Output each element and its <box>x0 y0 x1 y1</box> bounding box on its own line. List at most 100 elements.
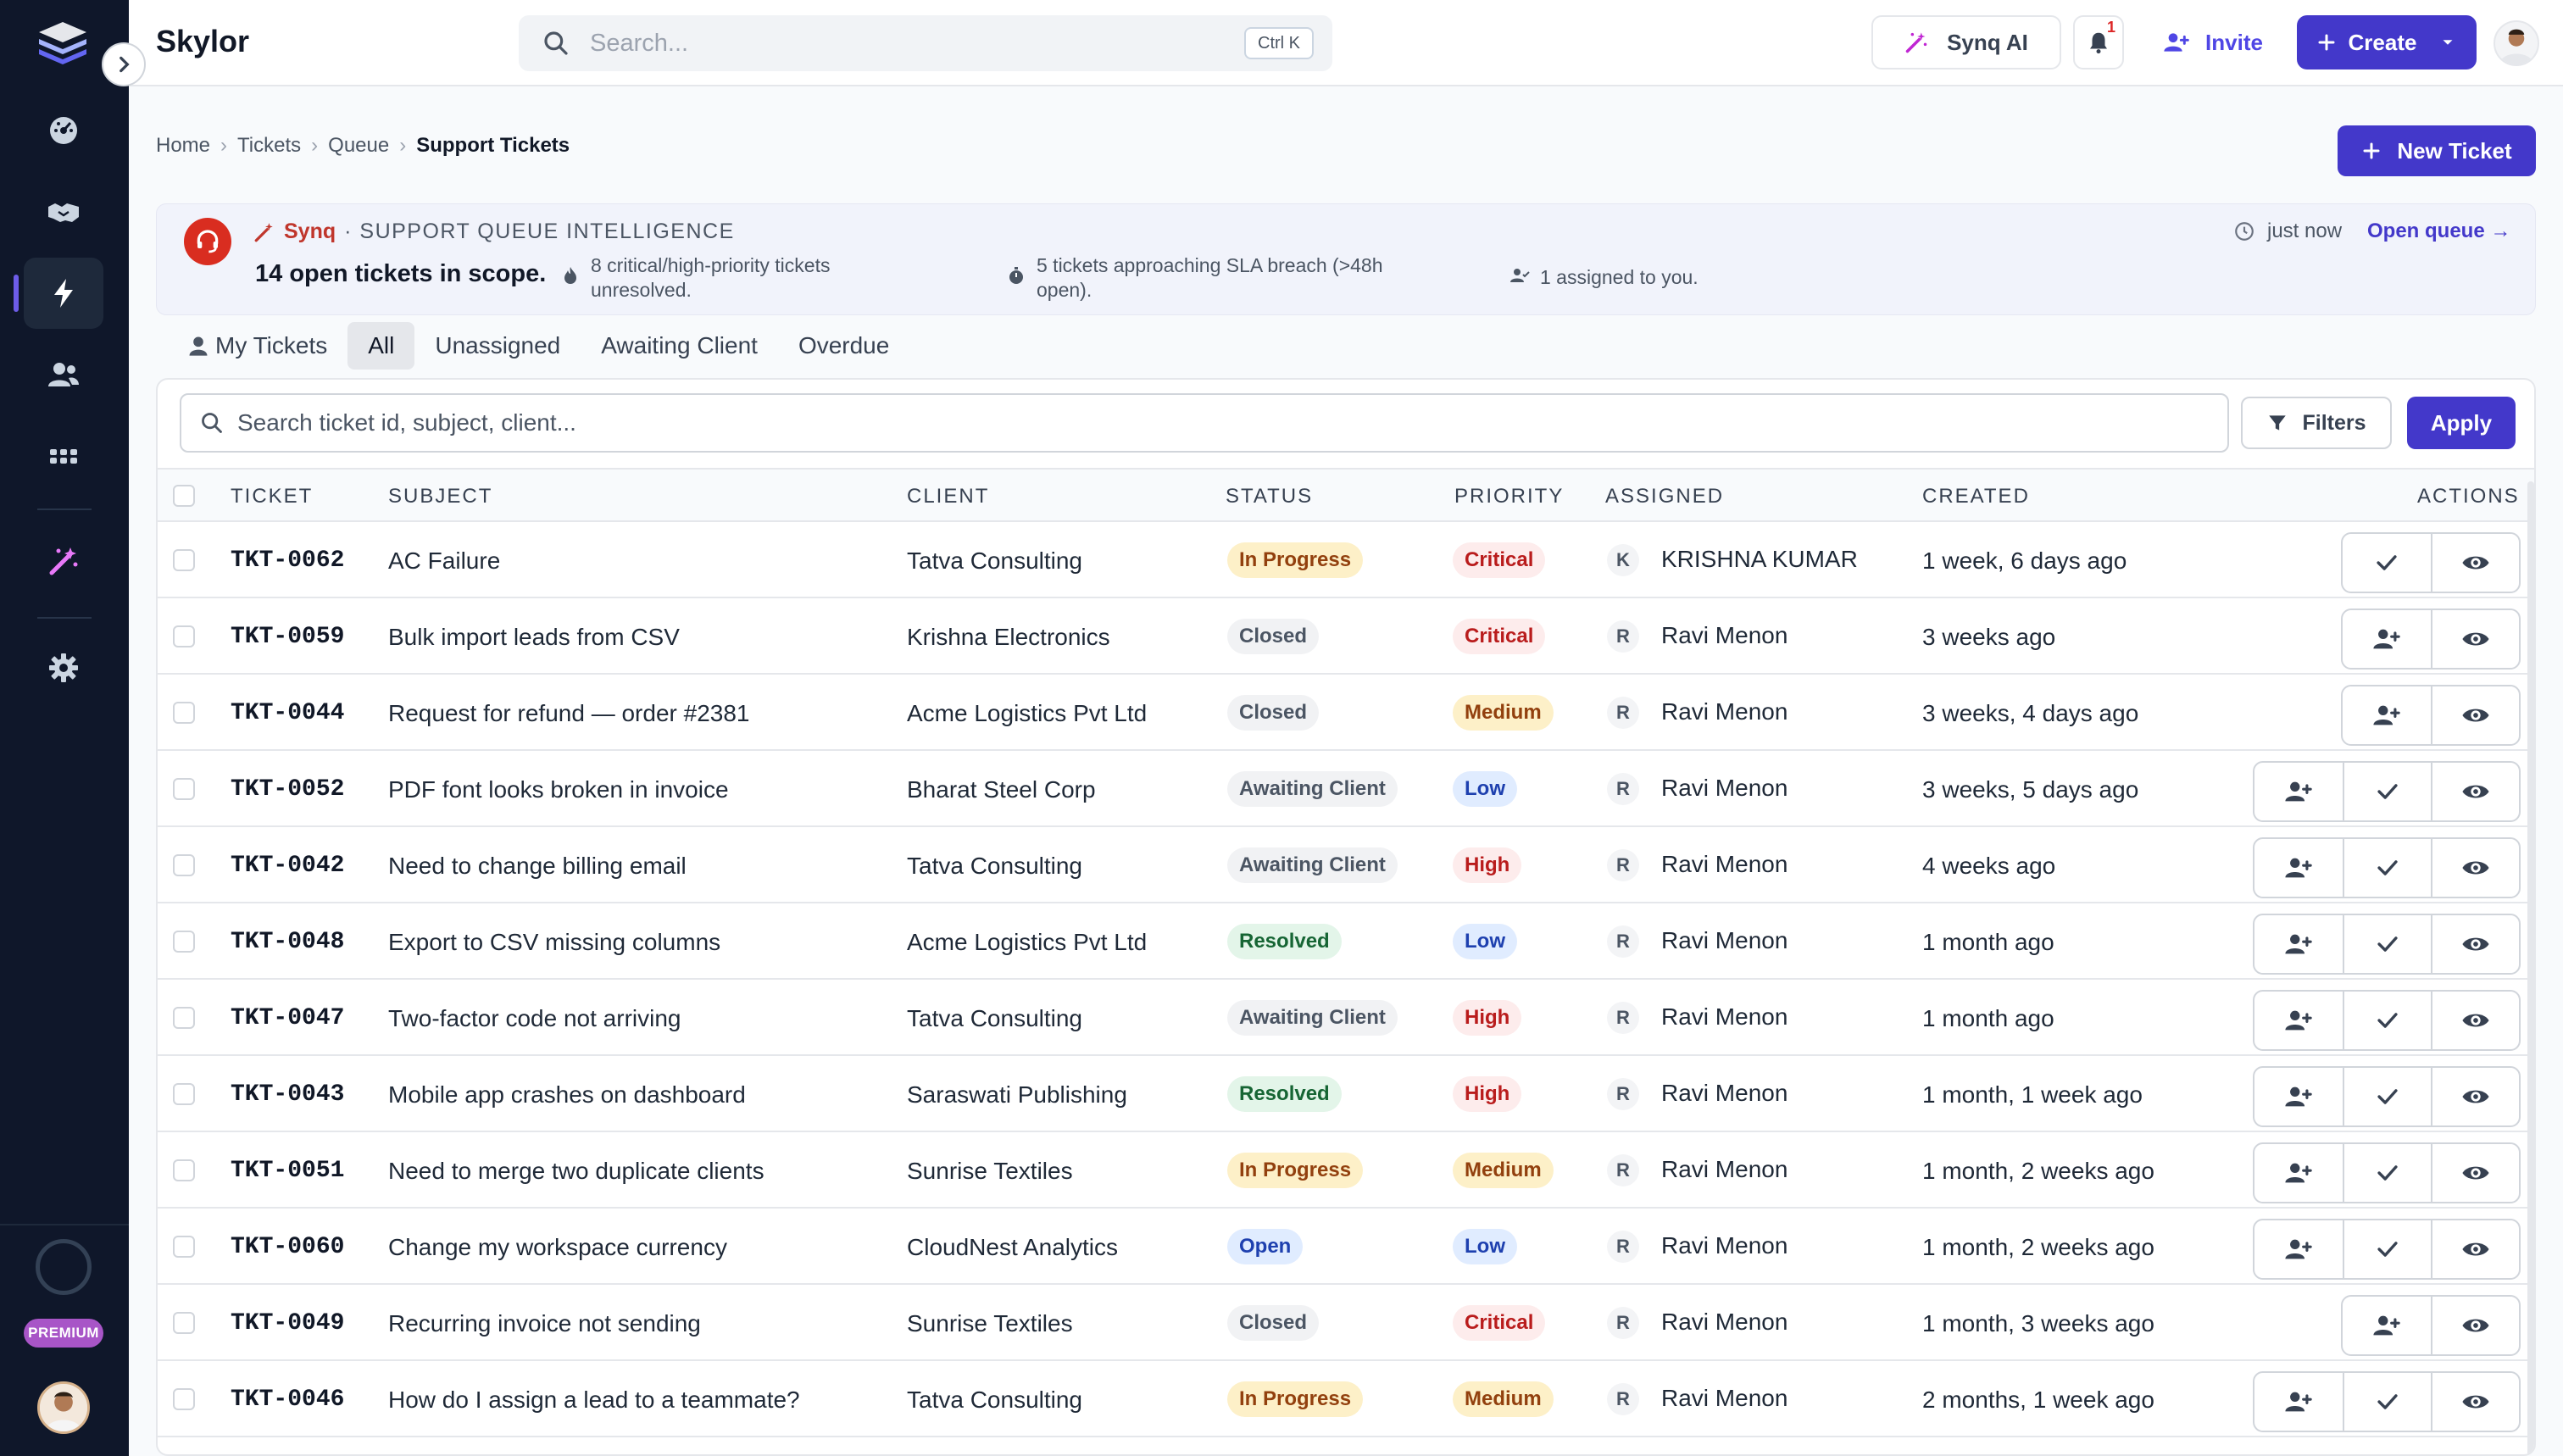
sidebar-item-contacts[interactable] <box>24 339 103 410</box>
col-status[interactable]: STATUS <box>1226 485 1313 508</box>
tab-my-tickets[interactable]: My Tickets <box>166 322 347 370</box>
row-checkbox[interactable] <box>173 1236 195 1258</box>
assign-button[interactable] <box>2254 839 2343 897</box>
table-row[interactable]: TKT-0049 Recurring invoice not sending Sun… <box>158 1285 2534 1361</box>
ticket-search-input[interactable] <box>237 409 2102 436</box>
ticket-subject[interactable]: PDF font looks broken in invoice <box>388 776 729 803</box>
user-avatar[interactable] <box>37 1381 90 1434</box>
resolve-button[interactable] <box>2343 839 2431 897</box>
ticket-id[interactable]: TKT-0052 <box>231 776 344 803</box>
create-button[interactable]: Create <box>2297 15 2477 69</box>
sidebar-toggle-button[interactable] <box>102 42 146 86</box>
ticket-id[interactable]: TKT-0046 <box>231 1387 344 1413</box>
resolve-button[interactable] <box>2343 1373 2431 1431</box>
breadcrumb-queue[interactable]: Queue <box>328 134 389 158</box>
table-row[interactable]: TKT-0059 Bulk import leads from CSV Krishn… <box>158 598 2534 675</box>
new-ticket-button[interactable]: New Ticket <box>2338 125 2536 176</box>
col-ticket[interactable]: TICKET <box>231 485 313 508</box>
view-button[interactable] <box>2431 839 2519 897</box>
ticket-subject[interactable]: Request for refund — order #2381 <box>388 700 749 727</box>
view-button[interactable] <box>2431 915 2519 973</box>
row-checkbox[interactable] <box>173 625 195 647</box>
view-button[interactable] <box>2431 1373 2519 1431</box>
col-created[interactable]: CREATED <box>1922 485 2030 508</box>
view-button[interactable] <box>2431 1144 2519 1202</box>
global-search[interactable]: Search... Ctrl K <box>519 15 1332 71</box>
assign-button[interactable] <box>2254 915 2343 973</box>
assign-button[interactable] <box>2343 686 2431 744</box>
assign-button[interactable] <box>2343 1297 2431 1354</box>
assign-button[interactable] <box>2254 1068 2343 1125</box>
ticket-subject[interactable]: Mobile app crashes on dashboard <box>388 1081 746 1109</box>
resolve-button[interactable] <box>2343 1068 2431 1125</box>
view-button[interactable] <box>2431 1220 2519 1278</box>
row-checkbox[interactable] <box>173 1312 195 1334</box>
select-all-checkbox[interactable] <box>173 485 195 507</box>
ticket-id[interactable]: TKT-0051 <box>231 1158 344 1184</box>
tab-all[interactable]: All <box>347 322 415 370</box>
ticket-subject[interactable]: Bulk import leads from CSV <box>388 624 680 651</box>
tab-awaiting-client[interactable]: Awaiting Client <box>581 322 778 370</box>
resolve-button[interactable] <box>2343 534 2431 592</box>
ticket-search[interactable] <box>180 393 2229 453</box>
resolve-button[interactable] <box>2343 763 2431 820</box>
table-row[interactable]: TKT-0048 Export to CSV missing columns Acm… <box>158 903 2534 980</box>
ticket-id[interactable]: TKT-0042 <box>231 853 344 879</box>
view-button[interactable] <box>2431 992 2519 1049</box>
filters-button[interactable]: Filters <box>2241 397 2392 449</box>
table-row[interactable]: TKT-0042 Need to change billing email Tatv… <box>158 827 2534 903</box>
tab-unassigned[interactable]: Unassigned <box>414 322 581 370</box>
row-checkbox[interactable] <box>173 1159 195 1181</box>
table-row[interactable]: TKT-0060 Change my workspace currency Clou… <box>158 1209 2534 1285</box>
view-button[interactable] <box>2431 534 2519 592</box>
table-row[interactable]: TKT-0043 Mobile app crashes on dashboard S… <box>158 1056 2534 1132</box>
col-assigned[interactable]: ASSIGNED <box>1605 485 1724 508</box>
view-button[interactable] <box>2431 1068 2519 1125</box>
table-row[interactable]: TKT-0052 PDF font looks broken in invoice… <box>158 751 2534 827</box>
ticket-id[interactable]: TKT-0048 <box>231 929 344 955</box>
sidebar-item-deals[interactable] <box>24 176 103 247</box>
row-checkbox[interactable] <box>173 1388 195 1410</box>
row-checkbox[interactable] <box>173 1007 195 1029</box>
ticket-id[interactable]: TKT-0060 <box>231 1234 344 1260</box>
notifications-button[interactable]: 1 <box>2073 15 2124 69</box>
assign-button[interactable] <box>2343 610 2431 668</box>
ticket-subject[interactable]: Recurring invoice not sending <box>388 1310 701 1337</box>
breadcrumb-tickets[interactable]: Tickets <box>237 134 301 158</box>
view-button[interactable] <box>2431 1297 2519 1354</box>
row-checkbox[interactable] <box>173 1083 195 1105</box>
ticket-id[interactable]: TKT-0043 <box>231 1081 344 1108</box>
ticket-id[interactable]: TKT-0059 <box>231 624 344 650</box>
open-queue-link[interactable]: Open queue → <box>2367 220 2510 243</box>
col-priority[interactable]: PRIORITY <box>1454 485 1564 508</box>
ticket-subject[interactable]: Two-factor code not arriving <box>388 1005 681 1032</box>
assign-button[interactable] <box>2254 1373 2343 1431</box>
sidebar-item-apps[interactable] <box>24 420 103 492</box>
assign-button[interactable] <box>2254 1220 2343 1278</box>
col-client[interactable]: CLIENT <box>907 485 989 508</box>
table-row[interactable]: TKT-0047 Two-factor code not arriving Tatv… <box>158 980 2534 1056</box>
view-button[interactable] <box>2431 763 2519 820</box>
ticket-subject[interactable]: AC Failure <box>388 547 500 575</box>
assign-button[interactable] <box>2254 992 2343 1049</box>
sidebar-item-settings[interactable] <box>24 632 103 703</box>
row-checkbox[interactable] <box>173 549 195 571</box>
ticket-id[interactable]: TKT-0049 <box>231 1310 344 1337</box>
col-subject[interactable]: SUBJECT <box>388 485 492 508</box>
profile-avatar[interactable] <box>2494 20 2539 66</box>
table-scrollbar[interactable] <box>2527 481 2534 1454</box>
apply-button[interactable]: Apply <box>2407 397 2516 449</box>
sidebar-item-ai[interactable] <box>24 525 103 597</box>
resolve-button[interactable] <box>2343 1144 2431 1202</box>
ticket-id[interactable]: TKT-0044 <box>231 700 344 726</box>
synq-ai-button[interactable]: Synq AI <box>1871 15 2061 69</box>
invite-button[interactable]: Invite <box>2148 15 2278 69</box>
breadcrumb-home[interactable]: Home <box>156 134 210 158</box>
table-row[interactable]: TKT-0062 AC Failure Tatva Consulting In Pro… <box>158 522 2534 598</box>
resolve-button[interactable] <box>2343 915 2431 973</box>
ticket-subject[interactable]: Need to merge two duplicate clients <box>388 1158 764 1185</box>
tab-overdue[interactable]: Overdue <box>778 322 909 370</box>
sidebar-item-dashboard[interactable] <box>24 95 103 166</box>
app-logo-icon[interactable] <box>36 19 90 66</box>
view-button[interactable] <box>2431 686 2519 744</box>
